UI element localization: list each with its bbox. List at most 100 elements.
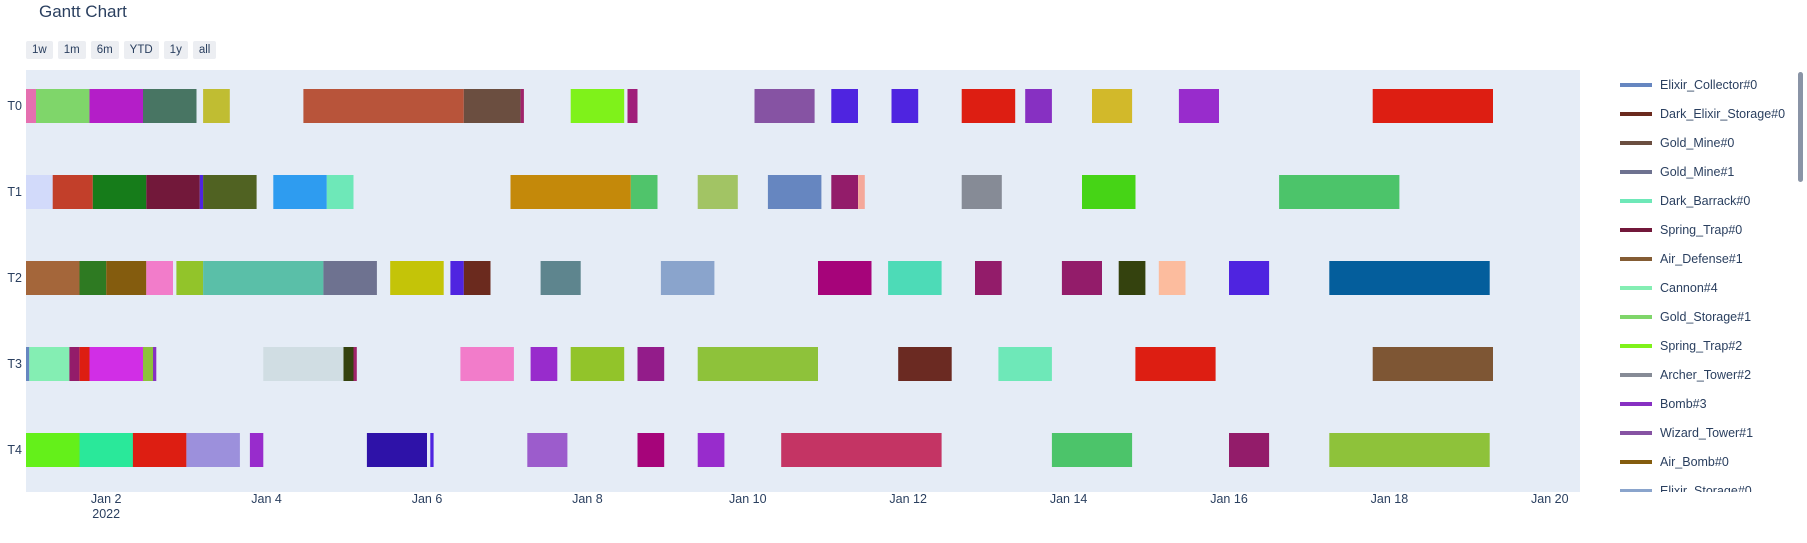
task-bar[interactable]	[1372, 347, 1493, 381]
task-bar[interactable]	[1118, 261, 1146, 295]
task-bar[interactable]	[153, 347, 157, 381]
task-bar[interactable]	[463, 261, 491, 295]
task-bar[interactable]	[527, 433, 568, 467]
task-bar[interactable]	[1279, 175, 1400, 209]
legend-item[interactable]: Spring_Trap#0	[1612, 215, 1742, 244]
task-bar[interactable]	[143, 347, 153, 381]
task-bar[interactable]	[1329, 261, 1490, 295]
task-bar[interactable]	[975, 261, 1002, 295]
task-bar[interactable]	[637, 347, 665, 381]
task-bar[interactable]	[754, 89, 815, 123]
task-bar[interactable]	[1051, 433, 1133, 467]
legend[interactable]: Elixir_Collector#0 Dark_Elixir_Storage#0 G…	[1612, 70, 1792, 492]
task-bar[interactable]	[888, 261, 942, 295]
legend-item[interactable]: Gold_Mine#1	[1612, 157, 1734, 186]
task-bar[interactable]	[460, 347, 514, 381]
task-bar[interactable]	[323, 261, 377, 295]
task-bar[interactable]	[26, 89, 36, 123]
task-bar[interactable]	[510, 175, 631, 209]
task-bar[interactable]	[1092, 89, 1133, 123]
task-bar[interactable]	[143, 89, 197, 123]
task-bar[interactable]	[106, 261, 147, 295]
gantt-plot[interactable]: T0T1T2T3T4 Jan 2 Jan 4 Jan 6 Jan 8 Jan 10 Jan…	[0, 0, 1580, 543]
task-bar[interactable]	[36, 89, 90, 123]
legend-item[interactable]: Cannon#4	[1612, 273, 1718, 302]
task-bar[interactable]	[92, 175, 147, 209]
task-bar[interactable]	[831, 175, 858, 209]
task-bar[interactable]	[858, 175, 865, 209]
task-bar[interactable]	[273, 175, 327, 209]
task-bar[interactable]	[29, 347, 70, 381]
task-bar[interactable]	[52, 175, 93, 209]
task-bar[interactable]	[26, 347, 30, 381]
task-bar[interactable]	[961, 89, 1016, 123]
task-bar[interactable]	[463, 89, 521, 123]
task-bar[interactable]	[891, 89, 919, 123]
legend-scrollbar[interactable]	[1798, 72, 1803, 182]
task-bar[interactable]	[203, 261, 324, 295]
task-bar[interactable]	[831, 89, 858, 123]
task-bar[interactable]	[199, 175, 204, 209]
task-bar[interactable]	[767, 175, 822, 209]
task-bar[interactable]	[186, 433, 240, 467]
task-bar[interactable]	[660, 261, 715, 295]
task-bar[interactable]	[450, 261, 464, 295]
task-bar[interactable]	[1229, 261, 1270, 295]
legend-item[interactable]: Elixir_Collector#0	[1612, 70, 1757, 99]
task-bar[interactable]	[26, 433, 80, 467]
legend-item[interactable]: Spring_Trap#2	[1612, 331, 1742, 360]
task-bar[interactable]	[1158, 261, 1186, 295]
legend-item[interactable]: Air_Bomb#0	[1612, 447, 1729, 476]
task-bar[interactable]	[1372, 89, 1493, 123]
legend-item[interactable]: Dark_Barrack#0	[1612, 186, 1750, 215]
legend-item[interactable]: Dark_Elixir_Storage#0	[1612, 99, 1785, 128]
task-bar[interactable]	[570, 89, 625, 123]
task-bar[interactable]	[303, 89, 464, 123]
task-bar[interactable]	[1135, 347, 1216, 381]
task-bar[interactable]	[697, 433, 725, 467]
legend-item[interactable]: Wizard_Tower#1	[1612, 418, 1753, 447]
legend-item[interactable]: Gold_Storage#1	[1612, 302, 1751, 331]
task-bar[interactable]	[146, 175, 200, 209]
legend-item[interactable]: Air_Defense#1	[1612, 244, 1743, 273]
legend-item[interactable]: Bomb#3	[1612, 389, 1707, 418]
task-bar[interactable]	[203, 175, 257, 209]
task-bar[interactable]	[249, 433, 264, 467]
task-bar[interactable]	[353, 347, 357, 381]
task-bar[interactable]	[430, 433, 434, 467]
task-bar[interactable]	[961, 175, 1002, 209]
task-bar[interactable]	[697, 347, 818, 381]
task-bar[interactable]	[263, 347, 344, 381]
task-bar[interactable]	[203, 89, 230, 123]
task-bar[interactable]	[818, 261, 872, 295]
task-bar[interactable]	[89, 89, 144, 123]
task-bar[interactable]	[146, 261, 173, 295]
task-bar[interactable]	[69, 347, 80, 381]
legend-item[interactable]: Archer_Tower#2	[1612, 360, 1751, 389]
legend-item[interactable]: Gold_Mine#0	[1612, 128, 1734, 157]
task-bar[interactable]	[79, 347, 90, 381]
task-bar[interactable]	[1178, 89, 1219, 123]
task-bar[interactable]	[627, 89, 638, 123]
legend-item[interactable]: Elixir_Storage#0	[1612, 476, 1752, 492]
task-bar[interactable]	[390, 261, 444, 295]
task-bar[interactable]	[898, 347, 952, 381]
task-bar[interactable]	[326, 175, 354, 209]
task-bar[interactable]	[79, 261, 107, 295]
task-bar[interactable]	[630, 175, 658, 209]
task-bar[interactable]	[176, 261, 204, 295]
task-bar[interactable]	[132, 433, 187, 467]
task-bar[interactable]	[1061, 261, 1102, 295]
task-bar[interactable]	[1329, 433, 1490, 467]
task-bar[interactable]	[520, 89, 524, 123]
task-bar[interactable]	[570, 347, 625, 381]
task-bar[interactable]	[781, 433, 942, 467]
task-bar[interactable]	[1082, 175, 1136, 209]
task-bar[interactable]	[79, 433, 134, 467]
task-bar[interactable]	[998, 347, 1052, 381]
task-bar[interactable]	[697, 175, 738, 209]
task-bar[interactable]	[89, 347, 144, 381]
task-bar[interactable]	[366, 433, 427, 467]
task-bar[interactable]	[343, 347, 354, 381]
task-bar[interactable]	[26, 261, 80, 295]
